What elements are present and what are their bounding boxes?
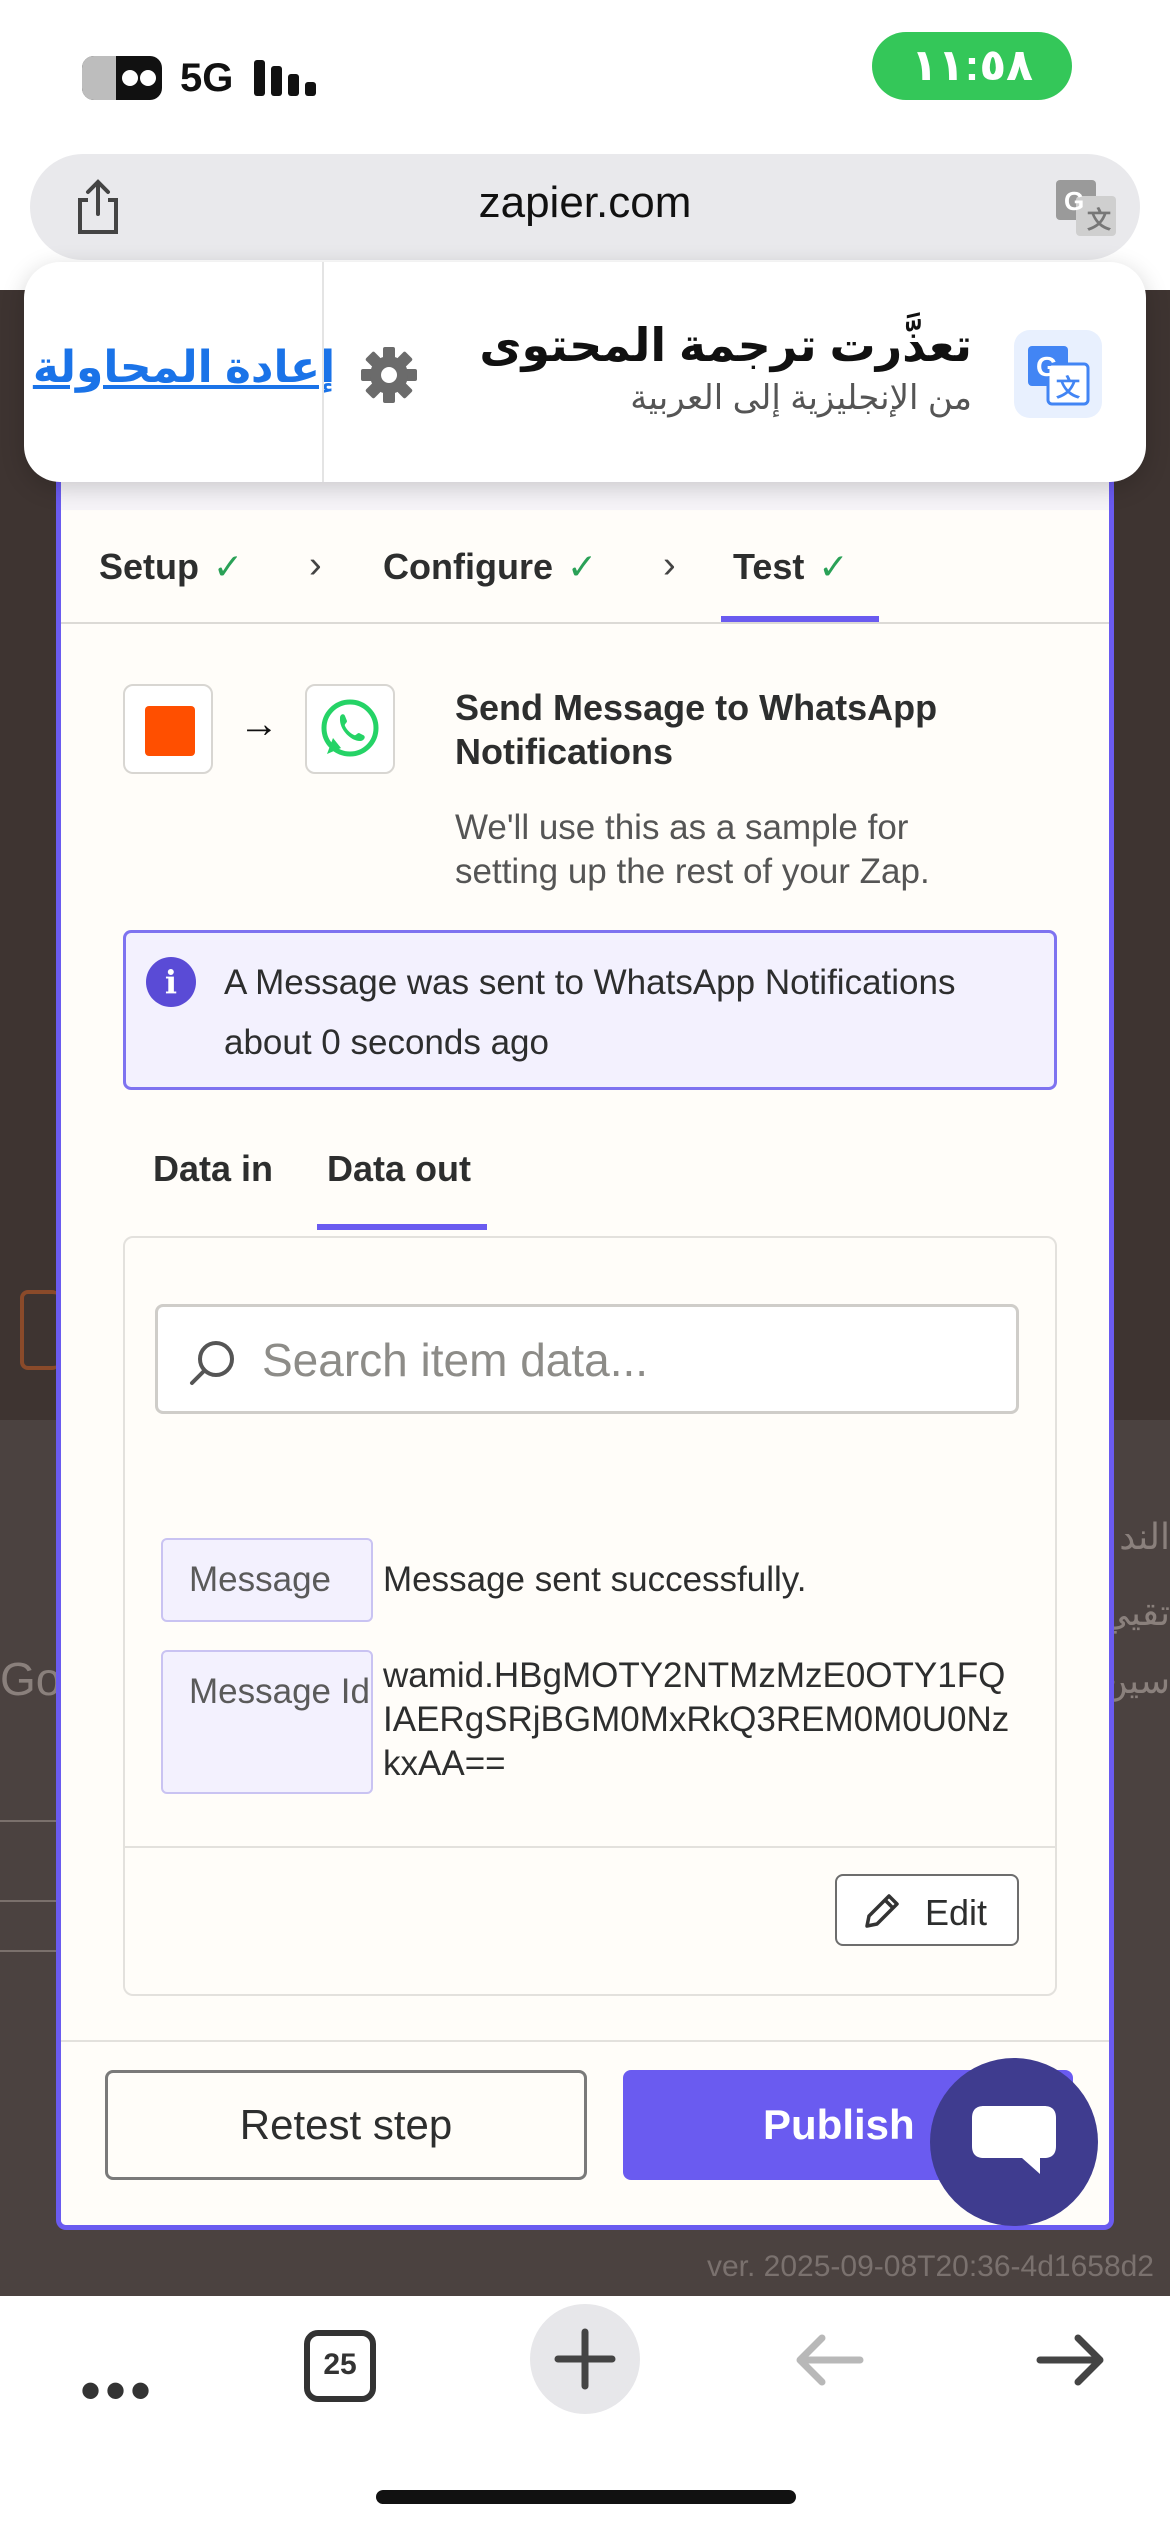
background-divider	[0, 1820, 60, 1822]
step-navigation: Setup ✓ › Configure ✓ › Test ✓	[61, 510, 1109, 624]
tab-data-out[interactable]: Data out	[327, 1148, 471, 1190]
privacy-indicator-icon	[82, 56, 162, 100]
check-icon: ✓	[818, 546, 849, 587]
background-text-fragment: Go	[0, 1653, 62, 1705]
translate-icon[interactable]: G 文	[1054, 178, 1118, 238]
search-placeholder: Search item data...	[262, 1334, 649, 1386]
edit-label: Edit	[925, 1892, 988, 1933]
retest-step-button[interactable]: Retest step	[105, 2070, 587, 2180]
background-divider	[0, 1900, 60, 1902]
url-text[interactable]: zapier.com	[30, 178, 1140, 228]
arrow-right-icon: →	[239, 702, 279, 746]
step-label: Configure	[383, 546, 553, 587]
chat-support-button[interactable]	[930, 2058, 1098, 2226]
panel-divider	[125, 1846, 1055, 1848]
step-title: Send Message to WhatsApp Notifications	[455, 687, 938, 772]
tab-data-in[interactable]: Data in	[153, 1148, 273, 1190]
retry-translation-link[interactable]: إعادة المحاولة	[32, 342, 336, 393]
chevron-right-icon: ›	[309, 544, 322, 586]
whatsapp-icon	[321, 699, 379, 757]
zap-test-panel: Setup ✓ › Configure ✓ › Test ✓ → Send Messa…	[56, 440, 1114, 2230]
status-bar: 5G ١١:٥٨	[0, 0, 1170, 150]
version-label: ver. 2025-09-08T20:36-4d1658d2	[706, 2250, 1154, 2283]
background-app-icon	[20, 1290, 60, 1370]
gear-icon[interactable]	[356, 342, 422, 408]
pencil-icon	[865, 1894, 899, 1928]
new-tab-button[interactable]	[530, 2304, 640, 2414]
data-value: wamid.HBgMOTY2NTMzMzE0OTY1FQIAERgSRjBGM0…	[383, 1656, 1010, 1783]
search-icon	[190, 1341, 234, 1385]
more-icon[interactable]: •••	[80, 2356, 155, 2425]
search-input[interactable]: Search item data...	[155, 1304, 1019, 1414]
svg-text:G: G	[1064, 186, 1084, 216]
data-key: Message Id	[161, 1650, 373, 1794]
check-icon: ✓	[213, 546, 244, 587]
info-icon: i	[146, 957, 196, 1007]
forward-arrow-icon[interactable]	[1030, 2320, 1110, 2400]
background-divider	[0, 1950, 60, 1952]
active-step-indicator	[721, 616, 879, 622]
signal-icon	[254, 60, 318, 96]
step-label: Test	[733, 546, 805, 587]
data-out-panel: Search item data... Message Message sent…	[123, 1236, 1057, 1996]
data-value: Message sent successfully.	[383, 1560, 807, 1599]
clock: ١١:٥٨	[872, 32, 1072, 100]
svg-text:G: G	[1036, 351, 1058, 382]
chat-bubble-icon	[972, 2106, 1056, 2174]
trigger-app-icon	[123, 684, 213, 774]
zapier-app-icon	[145, 706, 195, 756]
test-result-message: A Message was sent to WhatsApp Notificat…	[224, 963, 956, 1062]
translation-banner: إعادة المحاولة تعذَّرت ترجمة المحتوى من …	[24, 262, 1146, 482]
active-tab-indicator	[317, 1224, 487, 1230]
chevron-right-icon: ›	[663, 544, 676, 586]
svg-text:文: 文	[1056, 374, 1081, 402]
check-icon: ✓	[566, 546, 598, 587]
google-translate-icon: G 文	[1014, 330, 1102, 418]
banner-divider	[322, 262, 324, 482]
step-test[interactable]: Test ✓	[733, 546, 849, 588]
tabs-icon[interactable]: 25	[304, 2330, 376, 2402]
data-key: Message	[161, 1538, 373, 1622]
step-setup[interactable]: Setup ✓	[99, 546, 243, 588]
network-type: 5G	[180, 56, 234, 100]
step-configure[interactable]: Configure ✓	[383, 546, 597, 588]
step-description: We'll use this as a sample for setting u…	[455, 808, 930, 891]
plus-icon	[554, 2328, 616, 2390]
edit-button[interactable]: Edit	[835, 1874, 1019, 1946]
svg-text:文: 文	[1087, 206, 1112, 234]
step-label: Setup	[99, 546, 200, 587]
address-bar[interactable]: zapier.com G 文	[30, 154, 1140, 260]
action-app-icon	[305, 684, 395, 774]
home-indicator[interactable]	[376, 2490, 796, 2504]
back-arrow-icon[interactable]	[790, 2320, 870, 2400]
translation-error-title: تعذَّرت ترجمة المحتوى	[479, 319, 972, 371]
test-result-alert: i A Message was sent to WhatsApp Notific…	[123, 930, 1057, 1090]
translation-language-pair: من الإنجليزية إلى العربية	[630, 379, 972, 417]
background-text-fragment: الند	[1119, 1516, 1170, 1557]
